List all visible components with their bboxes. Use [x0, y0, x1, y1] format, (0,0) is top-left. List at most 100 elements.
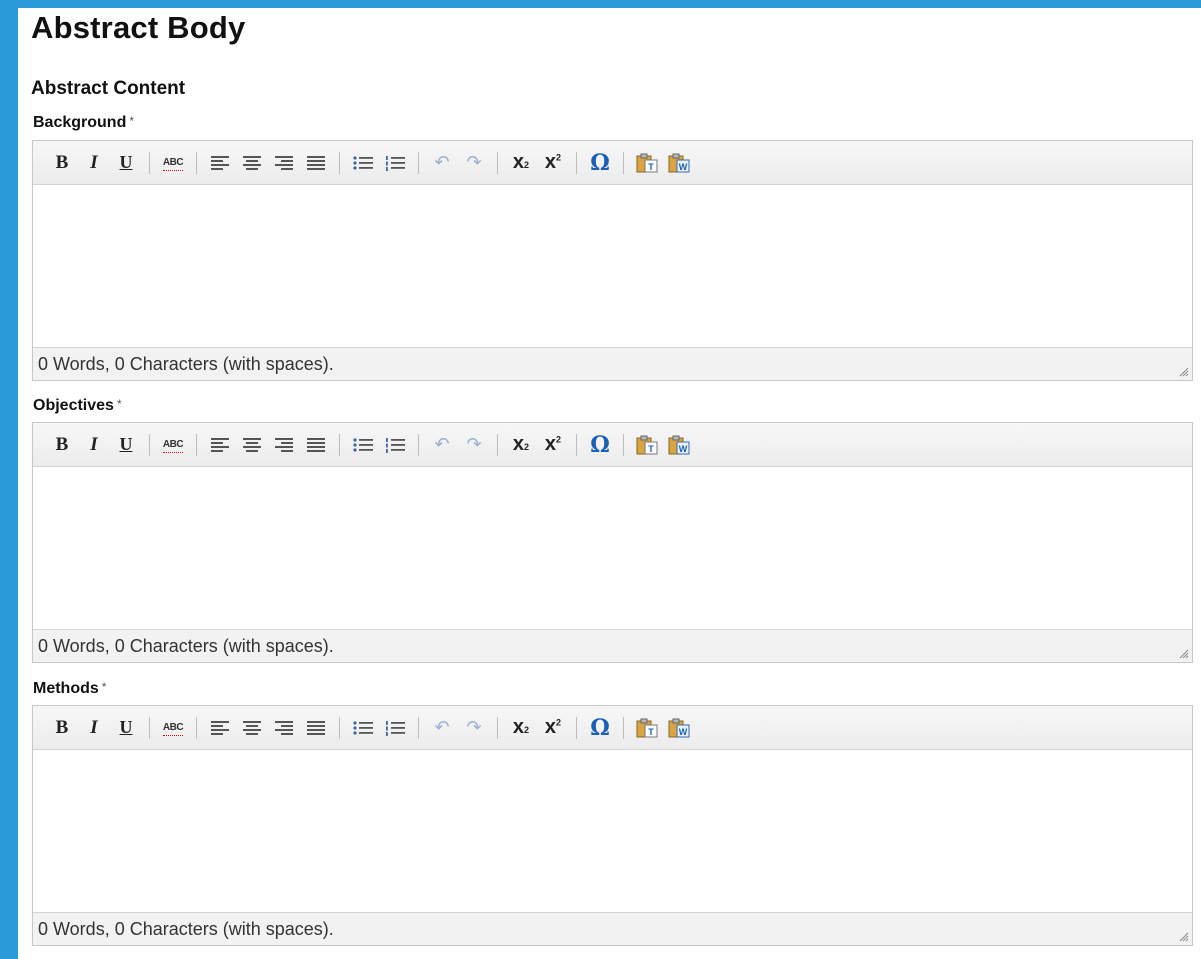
paste-text-button[interactable]: T: [632, 431, 662, 459]
word-count-text: 0 Words, 0 Characters (with spaces).: [38, 353, 334, 374]
background-content-area[interactable]: [33, 185, 1192, 347]
spellcheck-button[interactable]: ABC: [158, 714, 188, 742]
numbered-list-icon: [386, 437, 405, 453]
toolbar-separator: [576, 716, 577, 739]
bold-button[interactable]: B: [47, 714, 77, 742]
underline-button[interactable]: U: [111, 149, 141, 177]
bold-button[interactable]: B: [47, 149, 77, 177]
paste-word-icon: W: [668, 153, 690, 172]
numbered-list-button[interactable]: [380, 431, 410, 459]
spellcheck-button[interactable]: ABC: [158, 149, 188, 177]
objectives-label-text: Objectives: [33, 397, 114, 414]
methods-editor: B I U ABC ↶ ↷ x2 x2 Ω T W 0 Words, 0 Cha…: [32, 705, 1193, 946]
toolbar-separator: [196, 716, 197, 739]
superscript-icon: x2: [544, 151, 562, 173]
undo-button[interactable]: ↶: [427, 431, 457, 459]
redo-button[interactable]: ↷: [459, 149, 489, 177]
editor-toolbar: B I U ABC ↶ ↷ x2 x2 Ω T W: [33, 141, 1192, 185]
methods-content-area[interactable]: [33, 750, 1192, 912]
toolbar-separator: [623, 716, 624, 739]
align-right-button[interactable]: [269, 431, 299, 459]
toolbar-separator: [576, 433, 577, 456]
paste-text-button[interactable]: T: [632, 149, 662, 177]
toolbar-separator: [497, 151, 498, 174]
toolbar-separator: [418, 151, 419, 174]
resize-grip-icon[interactable]: [1177, 930, 1189, 942]
required-mark: *: [129, 114, 135, 128]
paste-text-icon: T: [636, 153, 658, 172]
align-justify-icon: [307, 437, 325, 452]
toolbar-separator: [149, 433, 150, 456]
align-justify-icon: [307, 155, 325, 170]
editor-toolbar: B I U ABC ↶ ↷ x2 x2 Ω T W: [33, 423, 1192, 467]
bold-button[interactable]: B: [47, 431, 77, 459]
svg-text:T: T: [648, 444, 654, 454]
align-right-button[interactable]: [269, 714, 299, 742]
paste-text-button[interactable]: T: [632, 714, 662, 742]
align-justify-button[interactable]: [301, 714, 331, 742]
subscript-icon: x2: [512, 151, 530, 173]
word-count-status: 0 Words, 0 Characters (with spaces).: [33, 912, 1192, 945]
align-left-button[interactable]: [205, 149, 235, 177]
spellcheck-icon: ABC: [162, 157, 184, 171]
bulleted-list-icon: [353, 720, 373, 735]
spellcheck-button[interactable]: ABC: [158, 431, 188, 459]
methods-label: Methods *: [33, 680, 106, 698]
redo-icon: ↷: [466, 152, 482, 172]
align-right-icon: [275, 437, 293, 452]
numbered-list-button[interactable]: [380, 714, 410, 742]
word-count-text: 0 Words, 0 Characters (with spaces).: [38, 918, 334, 939]
toolbar-separator: [196, 433, 197, 456]
align-justify-button[interactable]: [301, 149, 331, 177]
undo-button[interactable]: ↶: [427, 149, 457, 177]
resize-grip-icon[interactable]: [1177, 647, 1189, 659]
italic-button[interactable]: I: [79, 714, 109, 742]
special-character-button[interactable]: Ω: [585, 149, 615, 177]
paste-text-icon: T: [636, 718, 658, 737]
bulleted-list-icon: [353, 437, 373, 452]
svg-text:T: T: [648, 727, 654, 737]
editor-toolbar: B I U ABC ↶ ↷ x2 x2 Ω T W: [33, 706, 1192, 750]
redo-button[interactable]: ↷: [459, 431, 489, 459]
align-right-button[interactable]: [269, 149, 299, 177]
superscript-button[interactable]: x2: [538, 714, 568, 742]
undo-button[interactable]: ↶: [427, 714, 457, 742]
subscript-icon: x2: [512, 433, 530, 455]
resize-grip-icon[interactable]: [1177, 365, 1189, 377]
align-left-button[interactable]: [205, 714, 235, 742]
align-justify-button[interactable]: [301, 431, 331, 459]
align-justify-icon: [307, 720, 325, 735]
undo-icon: ↶: [434, 152, 450, 172]
bulleted-list-button[interactable]: [348, 714, 378, 742]
toolbar-separator: [418, 433, 419, 456]
redo-button[interactable]: ↷: [459, 714, 489, 742]
special-character-button[interactable]: Ω: [585, 431, 615, 459]
align-left-button[interactable]: [205, 431, 235, 459]
subscript-button[interactable]: x2: [506, 714, 536, 742]
paste-word-button[interactable]: W: [664, 431, 694, 459]
paste-word-button[interactable]: W: [664, 149, 694, 177]
toolbar-separator: [497, 716, 498, 739]
underline-button[interactable]: U: [111, 431, 141, 459]
toolbar-separator: [339, 716, 340, 739]
toolbar-separator: [623, 151, 624, 174]
align-center-button[interactable]: [237, 431, 267, 459]
subscript-button[interactable]: x2: [506, 149, 536, 177]
align-center-button[interactable]: [237, 714, 267, 742]
superscript-button[interactable]: x2: [538, 149, 568, 177]
underline-button[interactable]: U: [111, 714, 141, 742]
objectives-content-area[interactable]: [33, 467, 1192, 629]
bulleted-list-button[interactable]: [348, 431, 378, 459]
special-character-button[interactable]: Ω: [585, 714, 615, 742]
superscript-button[interactable]: x2: [538, 431, 568, 459]
undo-icon: ↶: [434, 434, 450, 454]
italic-button[interactable]: I: [79, 431, 109, 459]
numbered-list-button[interactable]: [380, 149, 410, 177]
bulleted-list-button[interactable]: [348, 149, 378, 177]
italic-button[interactable]: I: [79, 149, 109, 177]
subscript-button[interactable]: x2: [506, 431, 536, 459]
align-center-icon: [243, 720, 261, 735]
align-center-button[interactable]: [237, 149, 267, 177]
paste-word-button[interactable]: W: [664, 714, 694, 742]
svg-text:W: W: [679, 444, 688, 454]
